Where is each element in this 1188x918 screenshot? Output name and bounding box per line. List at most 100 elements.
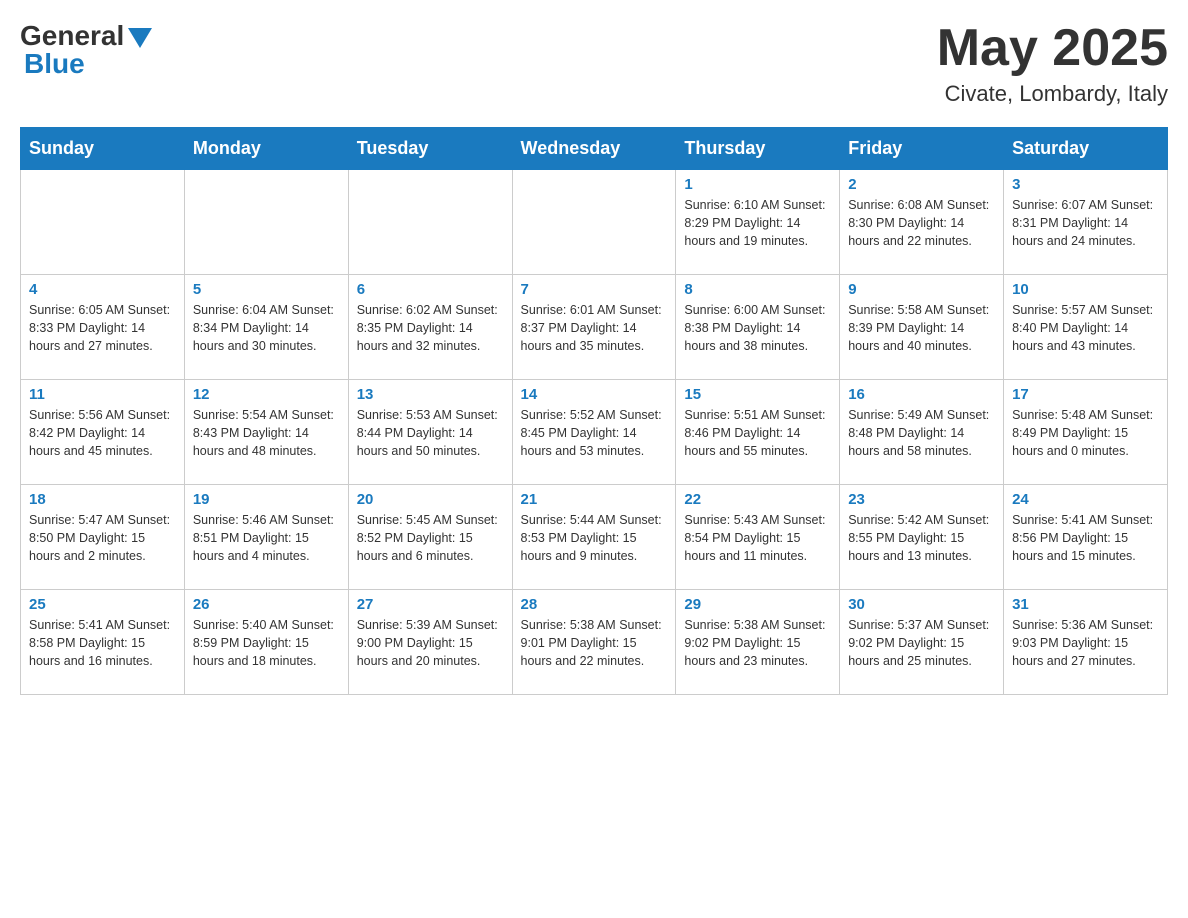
day-number: 24 bbox=[1012, 491, 1159, 508]
day-info: Sunrise: 5:58 AM Sunset: 8:39 PM Dayligh… bbox=[848, 301, 995, 355]
week-row-3: 11Sunrise: 5:56 AM Sunset: 8:42 PM Dayli… bbox=[21, 380, 1168, 485]
weekday-header-monday: Monday bbox=[184, 128, 348, 170]
calendar-cell: 8Sunrise: 6:00 AM Sunset: 8:38 PM Daylig… bbox=[676, 275, 840, 380]
calendar-cell bbox=[21, 170, 185, 275]
week-row-4: 18 Sunrise: 5:47 AM Sunset: 8:50 PM Dayli… bbox=[21, 485, 1168, 590]
day-number: 15 bbox=[684, 386, 831, 403]
day-number: 16 bbox=[848, 386, 995, 403]
calendar-cell bbox=[512, 170, 676, 275]
day-number: 17 bbox=[1012, 386, 1159, 403]
day-info: Sunrise: 5:57 AM Sunset: 8:40 PM Dayligh… bbox=[1012, 301, 1159, 355]
day-info: Sunrise: 6:00 AM Sunset: 8:38 PM Dayligh… bbox=[684, 301, 831, 355]
weekday-header-friday: Friday bbox=[840, 128, 1004, 170]
day-info: Sunrise: 5:41 AM Sunset: 8:56 PM Dayligh… bbox=[1012, 511, 1159, 565]
calendar-cell: 21 Sunrise: 5:44 AM Sunset: 8:53 PM Dayli… bbox=[512, 485, 676, 590]
calendar-cell: 16 Sunrise: 5:49 AM Sunset: 8:48 PM Dayli… bbox=[840, 380, 1004, 485]
day-info: Sunrise: 5:44 AM Sunset: 8:53 PM Dayligh… bbox=[521, 511, 668, 565]
calendar-cell: 19Sunrise: 5:46 AM Sunset: 8:51 PM Dayli… bbox=[184, 485, 348, 590]
day-info: Sunrise: 5:38 AM Sunset: 9:01 PM Dayligh… bbox=[521, 616, 668, 670]
calendar-cell: 6 Sunrise: 6:02 AM Sunset: 8:35 PM Daylig… bbox=[348, 275, 512, 380]
day-info: Sunrise: 5:49 AM Sunset: 8:48 PM Dayligh… bbox=[848, 406, 995, 460]
logo: General Blue bbox=[20, 20, 152, 80]
calendar-cell: 10 Sunrise: 5:57 AM Sunset: 8:40 PM Dayli… bbox=[1004, 275, 1168, 380]
day-info: Sunrise: 5:40 AM Sunset: 8:59 PM Dayligh… bbox=[193, 616, 340, 670]
logo-blue-text: Blue bbox=[20, 48, 85, 80]
day-info: Sunrise: 5:43 AM Sunset: 8:54 PM Dayligh… bbox=[684, 511, 831, 565]
calendar-cell: 23Sunrise: 5:42 AM Sunset: 8:55 PM Dayli… bbox=[840, 485, 1004, 590]
week-row-1: 1Sunrise: 6:10 AM Sunset: 8:29 PM Daylig… bbox=[21, 170, 1168, 275]
calendar-cell: 30 Sunrise: 5:37 AM Sunset: 9:02 PM Dayli… bbox=[840, 590, 1004, 695]
calendar-cell: 9 Sunrise: 5:58 AM Sunset: 8:39 PM Daylig… bbox=[840, 275, 1004, 380]
day-info: Sunrise: 6:02 AM Sunset: 8:35 PM Dayligh… bbox=[357, 301, 504, 355]
calendar-cell: 11Sunrise: 5:56 AM Sunset: 8:42 PM Dayli… bbox=[21, 380, 185, 485]
day-info: Sunrise: 5:41 AM Sunset: 8:58 PM Dayligh… bbox=[29, 616, 176, 670]
location-subtitle: Civate, Lombardy, Italy bbox=[937, 81, 1168, 107]
logo-triangle-icon bbox=[128, 28, 152, 48]
day-number: 18 bbox=[29, 491, 176, 508]
day-number: 30 bbox=[848, 596, 995, 613]
day-number: 23 bbox=[848, 491, 995, 508]
day-number: 10 bbox=[1012, 281, 1159, 298]
day-number: 13 bbox=[357, 386, 504, 403]
calendar-cell: 3Sunrise: 6:07 AM Sunset: 8:31 PM Daylig… bbox=[1004, 170, 1168, 275]
day-number: 20 bbox=[357, 491, 504, 508]
day-info: Sunrise: 5:47 AM Sunset: 8:50 PM Dayligh… bbox=[29, 511, 176, 565]
day-info: Sunrise: 6:04 AM Sunset: 8:34 PM Dayligh… bbox=[193, 301, 340, 355]
day-info: Sunrise: 5:51 AM Sunset: 8:46 PM Dayligh… bbox=[684, 406, 831, 460]
day-info: Sunrise: 5:56 AM Sunset: 8:42 PM Dayligh… bbox=[29, 406, 176, 460]
day-number: 4 bbox=[29, 281, 176, 298]
day-number: 12 bbox=[193, 386, 340, 403]
calendar-cell: 17 Sunrise: 5:48 AM Sunset: 8:49 PM Dayli… bbox=[1004, 380, 1168, 485]
day-number: 28 bbox=[521, 596, 668, 613]
calendar-cell: 22 Sunrise: 5:43 AM Sunset: 8:54 PM Dayli… bbox=[676, 485, 840, 590]
weekday-header-wednesday: Wednesday bbox=[512, 128, 676, 170]
calendar-table: SundayMondayTuesdayWednesdayThursdayFrid… bbox=[20, 127, 1168, 695]
month-year-title: May 2025 bbox=[937, 20, 1168, 77]
day-info: Sunrise: 5:48 AM Sunset: 8:49 PM Dayligh… bbox=[1012, 406, 1159, 460]
day-info: Sunrise: 6:10 AM Sunset: 8:29 PM Dayligh… bbox=[684, 196, 831, 250]
weekday-header-saturday: Saturday bbox=[1004, 128, 1168, 170]
day-info: Sunrise: 5:38 AM Sunset: 9:02 PM Dayligh… bbox=[684, 616, 831, 670]
weekday-header-sunday: Sunday bbox=[21, 128, 185, 170]
calendar-cell: 27Sunrise: 5:39 AM Sunset: 9:00 PM Dayli… bbox=[348, 590, 512, 695]
day-number: 6 bbox=[357, 281, 504, 298]
day-info: Sunrise: 5:45 AM Sunset: 8:52 PM Dayligh… bbox=[357, 511, 504, 565]
day-info: Sunrise: 5:52 AM Sunset: 8:45 PM Dayligh… bbox=[521, 406, 668, 460]
calendar-cell: 31Sunrise: 5:36 AM Sunset: 9:03 PM Dayli… bbox=[1004, 590, 1168, 695]
calendar-cell: 14 Sunrise: 5:52 AM Sunset: 8:45 PM Dayli… bbox=[512, 380, 676, 485]
calendar-cell: 7 Sunrise: 6:01 AM Sunset: 8:37 PM Daylig… bbox=[512, 275, 676, 380]
day-number: 14 bbox=[521, 386, 668, 403]
weekday-header-thursday: Thursday bbox=[676, 128, 840, 170]
day-number: 27 bbox=[357, 596, 504, 613]
day-number: 26 bbox=[193, 596, 340, 613]
page-header: General Blue May 2025 Civate, Lombardy, … bbox=[20, 20, 1168, 107]
calendar-cell: 5 Sunrise: 6:04 AM Sunset: 8:34 PM Daylig… bbox=[184, 275, 348, 380]
day-info: Sunrise: 5:53 AM Sunset: 8:44 PM Dayligh… bbox=[357, 406, 504, 460]
day-info: Sunrise: 5:37 AM Sunset: 9:02 PM Dayligh… bbox=[848, 616, 995, 670]
day-number: 9 bbox=[848, 281, 995, 298]
calendar-cell: 20 Sunrise: 5:45 AM Sunset: 8:52 PM Dayli… bbox=[348, 485, 512, 590]
day-number: 22 bbox=[684, 491, 831, 508]
day-number: 21 bbox=[521, 491, 668, 508]
calendar-cell: 29 Sunrise: 5:38 AM Sunset: 9:02 PM Dayli… bbox=[676, 590, 840, 695]
calendar-cell bbox=[348, 170, 512, 275]
calendar-cell: 26 Sunrise: 5:40 AM Sunset: 8:59 PM Dayli… bbox=[184, 590, 348, 695]
day-number: 29 bbox=[684, 596, 831, 613]
calendar-cell: 15 Sunrise: 5:51 AM Sunset: 8:46 PM Dayli… bbox=[676, 380, 840, 485]
day-number: 5 bbox=[193, 281, 340, 298]
day-info: Sunrise: 6:08 AM Sunset: 8:30 PM Dayligh… bbox=[848, 196, 995, 250]
calendar-cell: 1Sunrise: 6:10 AM Sunset: 8:29 PM Daylig… bbox=[676, 170, 840, 275]
day-number: 7 bbox=[521, 281, 668, 298]
calendar-cell: 2Sunrise: 6:08 AM Sunset: 8:30 PM Daylig… bbox=[840, 170, 1004, 275]
day-number: 3 bbox=[1012, 176, 1159, 193]
calendar-cell: 18 Sunrise: 5:47 AM Sunset: 8:50 PM Dayli… bbox=[21, 485, 185, 590]
calendar-cell: 25 Sunrise: 5:41 AM Sunset: 8:58 PM Dayli… bbox=[21, 590, 185, 695]
day-number: 25 bbox=[29, 596, 176, 613]
calendar-cell: 24 Sunrise: 5:41 AM Sunset: 8:56 PM Dayli… bbox=[1004, 485, 1168, 590]
calendar-cell: 13 Sunrise: 5:53 AM Sunset: 8:44 PM Dayli… bbox=[348, 380, 512, 485]
title-block: May 2025 Civate, Lombardy, Italy bbox=[937, 20, 1168, 107]
day-info: Sunrise: 6:01 AM Sunset: 8:37 PM Dayligh… bbox=[521, 301, 668, 355]
day-number: 31 bbox=[1012, 596, 1159, 613]
calendar-cell: 12Sunrise: 5:54 AM Sunset: 8:43 PM Dayli… bbox=[184, 380, 348, 485]
weekday-header-row: SundayMondayTuesdayWednesdayThursdayFrid… bbox=[21, 128, 1168, 170]
